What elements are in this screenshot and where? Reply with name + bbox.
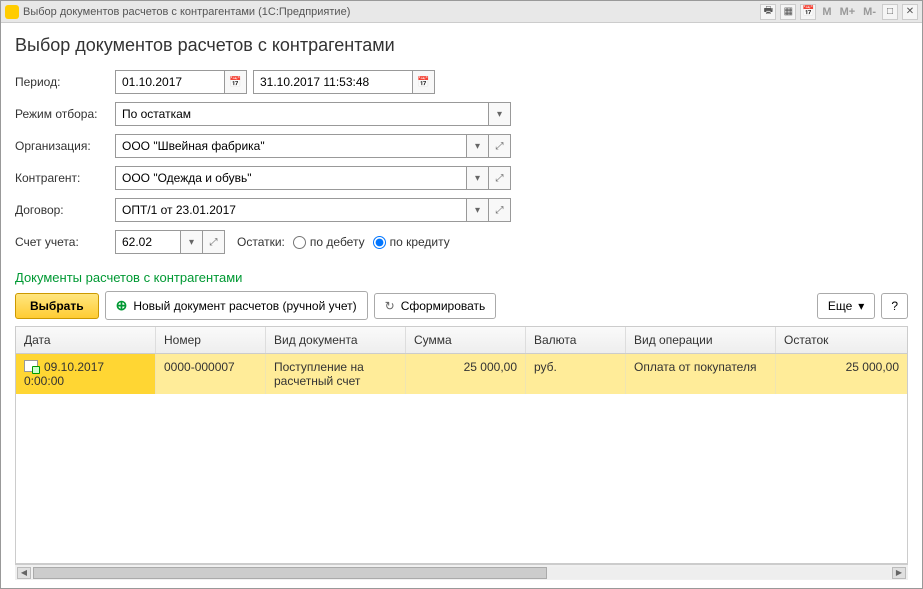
contract-label: Договор: [15,203,115,217]
generate-label: Сформировать [401,299,486,313]
cell-operation: Оплата от покупателя [626,354,776,394]
radio-debit-text: по дебету [310,235,365,249]
calendar-icon[interactable]: 📅 [800,4,816,20]
th-sum[interactable]: Сумма [406,327,526,353]
document-icon [24,360,38,372]
help-button[interactable]: ? [881,293,908,319]
radio-debit[interactable] [293,236,306,249]
org-input[interactable] [115,134,467,158]
refresh-icon: ↻ [385,299,395,313]
date-to-input[interactable] [253,70,413,94]
counterparty-label: Контрагент: [15,171,115,185]
scroll-track[interactable] [33,567,890,579]
memory-mminus-button[interactable]: M- [861,6,878,18]
counterparty-input[interactable] [115,166,467,190]
th-currency[interactable]: Валюта [526,327,626,353]
th-balance[interactable]: Остаток [776,327,907,353]
filter-mode-dropdown-icon[interactable]: ▾ [489,102,511,126]
close-icon[interactable]: ✕ [902,4,918,20]
new-doc-label: Новый документ расчетов (ручной учет) [133,299,356,313]
print-icon[interactable]: 🖶 [760,4,776,20]
account-row: Счет учета: ▾ ⤢ Остатки: по дебету по кр… [15,230,908,254]
page-title: Выбор документов расчетов с контрагентам… [15,35,908,56]
period-label: Период: [15,75,115,89]
cell-number: 0000-000007 [156,354,266,394]
radio-credit-label[interactable]: по кредиту [373,235,450,249]
app-window: Выбор документов расчетов с контрагентам… [0,0,923,589]
table-header: Дата Номер Вид документа Сумма Валюта Ви… [16,327,907,354]
balances-radio-group: Остатки: по дебету по кредиту [237,235,450,249]
scroll-thumb[interactable] [33,567,547,579]
account-label: Счет учета: [15,235,115,249]
maximize-icon[interactable]: □ [882,4,898,20]
table-row[interactable]: 09.10.2017 0:00:00 0000-000007 Поступлен… [16,354,907,394]
generate-button[interactable]: ↻ Сформировать [374,293,497,319]
counterparty-row: Контрагент: ▾ ⤢ [15,166,908,190]
memory-m-button[interactable]: M [820,6,833,18]
cell-date: 09.10.2017 0:00:00 [16,354,156,394]
cell-currency: руб. [526,354,626,394]
scroll-right-icon[interactable]: ▶ [892,567,906,579]
counterparty-open-icon[interactable]: ⤢ [489,166,511,190]
filter-mode-input[interactable] [115,102,489,126]
new-doc-button[interactable]: ⊕ Новый документ расчетов (ручной учет) [105,291,368,320]
titlebar: Выбор документов расчетов с контрагентам… [1,1,922,23]
calc-icon[interactable]: ▦ [780,4,796,20]
account-dropdown-icon[interactable]: ▾ [181,230,203,254]
section-title: Документы расчетов с контрагентами [15,270,908,285]
contract-open-icon[interactable]: ⤢ [489,198,511,222]
th-doctype[interactable]: Вид документа [266,327,406,353]
th-date[interactable]: Дата [16,327,156,353]
th-number[interactable]: Номер [156,327,266,353]
date-from-input[interactable] [115,70,225,94]
org-open-icon[interactable]: ⤢ [489,134,511,158]
account-open-icon[interactable]: ⤢ [203,230,225,254]
filter-mode-label: Режим отбора: [15,107,115,121]
chevron-down-icon: ▾ [858,299,864,313]
scroll-left-icon[interactable]: ◀ [17,567,31,579]
contract-row: Договор: ▾ ⤢ [15,198,908,222]
radio-credit-text: по кредиту [390,235,450,249]
titlebar-controls: 🖶 ▦ 📅 M M+ M- □ ✕ [760,4,918,20]
more-label: Еще [828,299,852,313]
period-row: Период: 📅 📅 [15,70,908,94]
account-input[interactable] [115,230,181,254]
contract-dropdown-icon[interactable]: ▾ [467,198,489,222]
cell-doctype: Поступление на расчетный счет [266,354,406,394]
table-body: 09.10.2017 0:00:00 0000-000007 Поступлен… [16,354,907,563]
plus-icon: ⊕ [116,297,128,314]
contract-input[interactable] [115,198,467,222]
calendar-from-icon[interactable]: 📅 [225,70,247,94]
table: Дата Номер Вид документа Сумма Валюта Ви… [15,326,908,564]
radio-debit-label[interactable]: по дебету [293,235,365,249]
cell-sum: 25 000,00 [406,354,526,394]
more-button[interactable]: Еще ▾ [817,293,875,319]
window-title: Выбор документов расчетов с контрагентам… [23,6,760,18]
content-area: Выбор документов расчетов с контрагентам… [1,23,922,588]
cell-balance: 25 000,00 [776,354,907,394]
filter-mode-row: Режим отбора: ▾ [15,102,908,126]
radio-credit[interactable] [373,236,386,249]
horizontal-scrollbar[interactable]: ◀ ▶ [15,564,908,580]
org-label: Организация: [15,139,115,153]
org-row: Организация: ▾ ⤢ [15,134,908,158]
counterparty-dropdown-icon[interactable]: ▾ [467,166,489,190]
org-dropdown-icon[interactable]: ▾ [467,134,489,158]
th-operation[interactable]: Вид операции [626,327,776,353]
select-button[interactable]: Выбрать [15,293,99,319]
calendar-to-icon[interactable]: 📅 [413,70,435,94]
memory-mplus-button[interactable]: M+ [838,6,858,18]
balances-label: Остатки: [237,235,285,249]
toolbar: Выбрать ⊕ Новый документ расчетов (ручно… [15,291,908,320]
app-logo-icon [5,5,19,19]
